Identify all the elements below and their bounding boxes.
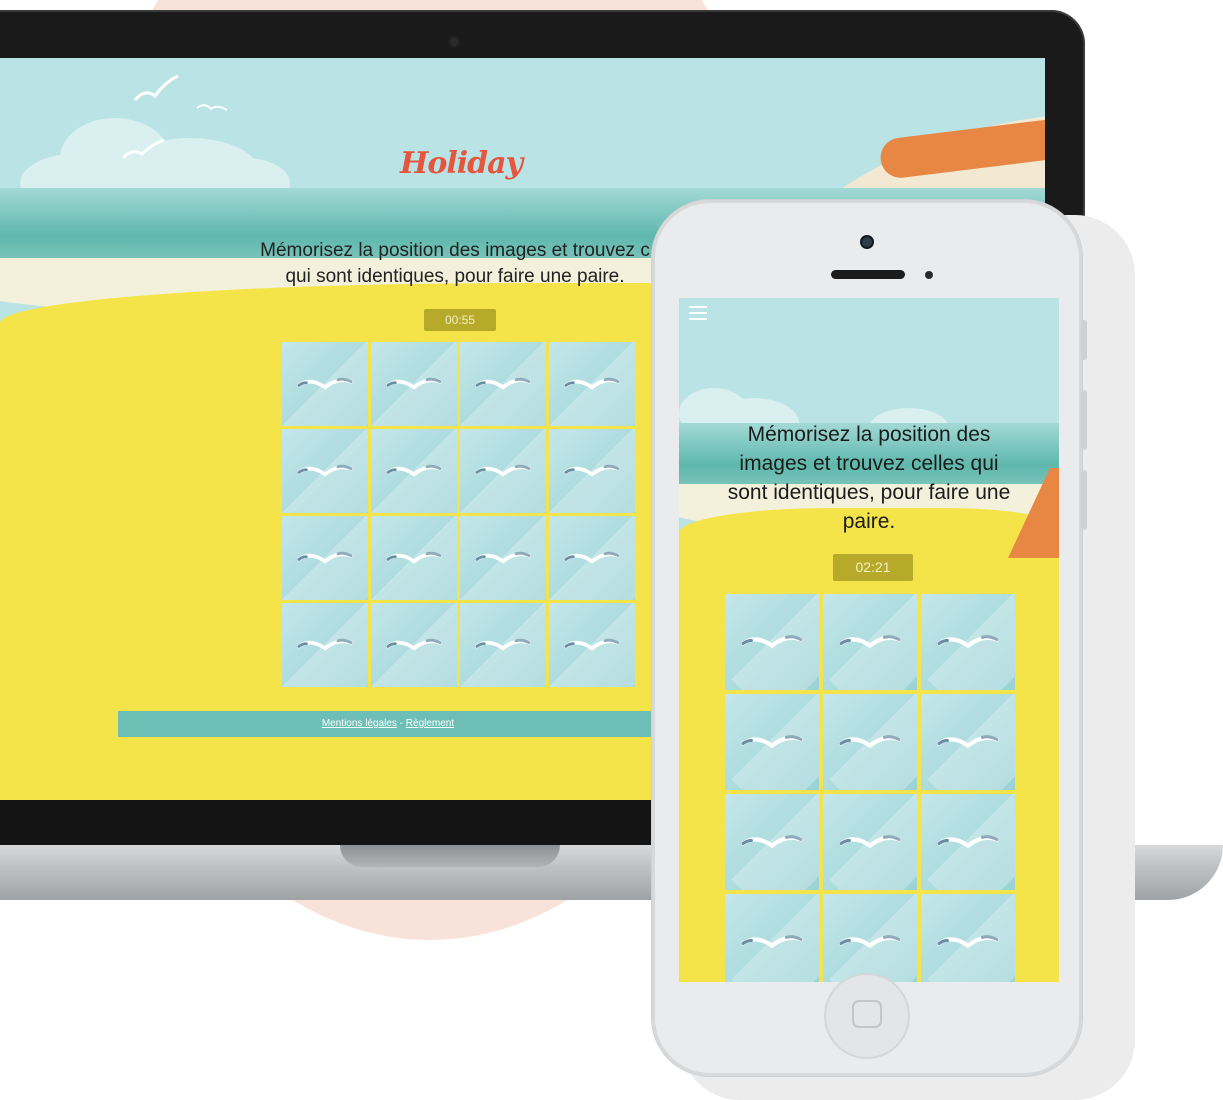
seagull-icon	[564, 377, 620, 390]
seagull-icon	[386, 377, 442, 390]
seagull-icon	[839, 735, 901, 749]
seagull-icon	[741, 635, 803, 649]
memory-card[interactable]	[549, 429, 635, 513]
seagull-icon	[937, 835, 999, 849]
seagull-icon	[839, 835, 901, 849]
seagull-icon	[839, 635, 901, 649]
memory-card-grid	[282, 342, 635, 687]
memory-card[interactable]	[725, 694, 819, 790]
seagull-icon	[297, 551, 353, 564]
memory-card[interactable]	[460, 342, 546, 426]
memory-card[interactable]	[725, 594, 819, 690]
instructions-line-1: Mémorisez la position des images et trou…	[260, 240, 650, 261]
seagull-icon	[386, 551, 442, 564]
memory-card[interactable]	[921, 594, 1015, 690]
memory-card-grid	[725, 594, 1015, 982]
memory-card[interactable]	[549, 342, 635, 426]
mobile-game-screen: Mémorisez la position des images et trou…	[679, 298, 1059, 982]
seagull-icon	[386, 464, 442, 477]
seagull-icon	[475, 638, 531, 651]
seagull-icon	[475, 377, 531, 390]
footer-separator: -	[396, 718, 406, 729]
instructions-line-2: qui sont identiques, pour faire une pair…	[285, 266, 625, 287]
seagull-icon	[839, 935, 901, 949]
memory-card[interactable]	[460, 603, 546, 687]
seagull-icon	[741, 835, 803, 849]
phone-side-button	[1081, 390, 1087, 450]
memory-card[interactable]	[921, 794, 1015, 890]
seagull-icon	[297, 638, 353, 651]
seagull-icon	[297, 377, 353, 390]
seagull-icon	[297, 464, 353, 477]
seagull-icon	[937, 635, 999, 649]
seagull-icon	[564, 638, 620, 651]
laptop-notch	[340, 845, 560, 867]
seagull-icon	[196, 104, 228, 111]
memory-card[interactable]	[282, 516, 368, 600]
seagull-icon	[121, 138, 165, 160]
memory-card[interactable]	[460, 516, 546, 600]
laptop-camera	[450, 38, 458, 46]
home-button-icon	[852, 1000, 882, 1028]
memory-card[interactable]	[282, 342, 368, 426]
phone-side-button	[1081, 470, 1087, 530]
phone-sensor	[925, 271, 933, 279]
seagull-icon	[937, 935, 999, 949]
seagull-icon	[741, 935, 803, 949]
memory-card[interactable]	[823, 794, 917, 890]
memory-card[interactable]	[371, 342, 457, 426]
memory-card[interactable]	[725, 894, 819, 982]
memory-card[interactable]	[282, 603, 368, 687]
hamburger-menu-icon[interactable]	[689, 306, 707, 320]
memory-card[interactable]	[823, 894, 917, 982]
memory-card[interactable]	[549, 516, 635, 600]
memory-card[interactable]	[549, 603, 635, 687]
seagull-icon	[564, 551, 620, 564]
seagull-icon	[741, 735, 803, 749]
phone-side-button	[1081, 320, 1087, 360]
phone-camera	[862, 237, 872, 247]
memory-card[interactable]	[282, 429, 368, 513]
game-timer: 02:21	[833, 554, 913, 581]
footer: Mentions légales - Règlement	[118, 711, 658, 737]
seagull-icon	[475, 464, 531, 477]
memory-card[interactable]	[921, 894, 1015, 982]
memory-card[interactable]	[823, 594, 917, 690]
memory-card[interactable]	[725, 794, 819, 890]
seagull-icon	[133, 74, 179, 101]
seagull-icon	[564, 464, 620, 477]
legal-notice-link[interactable]: Mentions légales	[322, 718, 397, 729]
memory-card[interactable]	[371, 516, 457, 600]
seagull-icon	[475, 551, 531, 564]
holiday-logo: Holiday	[400, 146, 523, 181]
memory-card[interactable]	[371, 429, 457, 513]
memory-card[interactable]	[823, 694, 917, 790]
seagull-icon	[937, 735, 999, 749]
memory-card[interactable]	[921, 694, 1015, 790]
memory-card[interactable]	[460, 429, 546, 513]
game-timer: 00:55	[424, 309, 496, 331]
rules-link[interactable]: Règlement	[406, 718, 454, 729]
seagull-icon	[386, 638, 442, 651]
memory-card[interactable]	[371, 603, 457, 687]
phone-speaker	[831, 270, 905, 279]
game-instructions: Mémorisez la position des images et trou…	[215, 238, 695, 290]
game-instructions: Mémorisez la position des images et trou…	[727, 423, 1011, 533]
